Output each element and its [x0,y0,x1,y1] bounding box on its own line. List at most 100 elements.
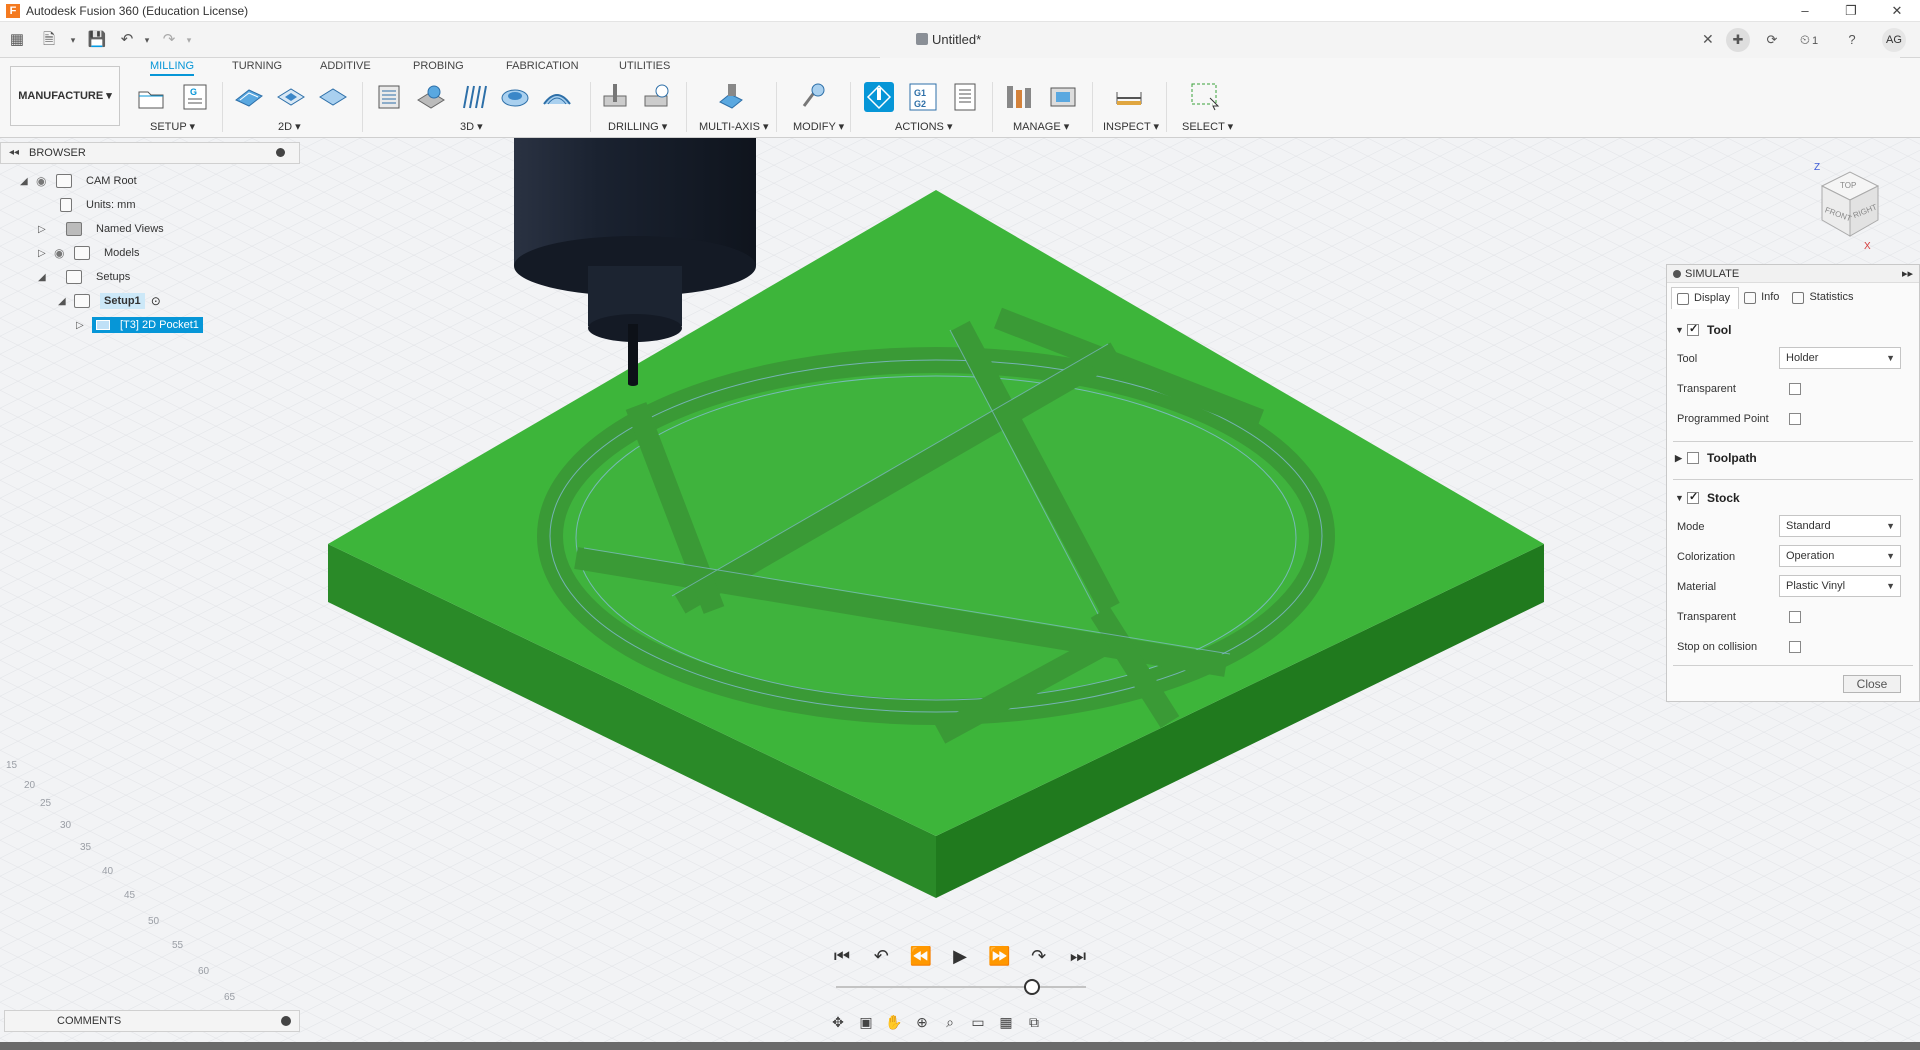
previous-operation-icon[interactable]: ↶ [867,946,895,967]
tree-item-named-views[interactable]: ▷ Named Views [38,218,168,240]
new-tab-icon[interactable]: ✚ [1726,28,1750,52]
modify-tool-icon[interactable] [798,82,828,112]
parallel-icon[interactable] [458,82,488,112]
select-window-icon[interactable] [1190,82,1220,112]
section-collapsed-icon[interactable]: ▶ [1675,453,1687,464]
drill-icon[interactable] [600,82,630,112]
viewcube[interactable]: TOP FRONT RIGHT Z X [1800,158,1890,252]
zoom-icon[interactable]: ⊕ [912,1014,932,1031]
programmed-point-checkbox[interactable] [1789,413,1801,425]
simulate-header[interactable]: SIMULATE ▸▸ [1667,265,1919,283]
visibility-eye-icon[interactable]: ◉ [54,246,70,260]
scallop-icon[interactable] [542,82,572,112]
measure-icon[interactable] [1114,82,1144,112]
transparent-stock-checkbox[interactable] [1789,611,1801,623]
new-setup-icon[interactable] [136,82,166,112]
tab-info[interactable]: Info [1739,287,1787,309]
collapse-browser-icon[interactable]: ◂◂ [9,143,19,163]
2d-pocket-icon[interactable] [276,82,306,112]
expanded-triangle-icon[interactable]: ◢ [38,272,48,283]
section-expanded-icon[interactable]: ▼ [1675,325,1687,335]
tree-item-setup1[interactable]: ◢ Setup1 ⊙ [58,290,161,312]
2d-adaptive-icon[interactable] [234,82,264,112]
transparent-tool-checkbox[interactable] [1789,383,1801,395]
orbit-icon[interactable]: ✥ [828,1014,848,1031]
simulate-icon[interactable] [864,82,894,112]
post-process-icon[interactable]: G1 G2 [908,82,938,112]
help-icon[interactable]: ? [1840,28,1864,52]
close-button[interactable]: Close [1843,675,1901,693]
group-actions[interactable]: ACTIONS ▾ [895,120,952,133]
3d-viewport[interactable]: 152025 303540 455055 606570 [0,138,1920,1042]
group-inspect[interactable]: INSPECT ▾ [1103,120,1159,133]
tab-statistics[interactable]: Statistics [1787,287,1861,309]
toolpath-section-header[interactable]: ▶ Toolpath [1675,451,1757,465]
group-2d[interactable]: 2D ▾ [278,120,301,133]
3d-adaptive-icon[interactable] [374,82,404,112]
timeline-thumb[interactable] [1024,979,1040,995]
redo-icon[interactable]: ↷ [158,30,180,50]
tree-item-2d-pocket[interactable]: ▷ [T3] 2D Pocket1 [76,314,203,336]
collapsed-triangle-icon[interactable]: ▷ [38,248,48,259]
skip-to-start-icon[interactable]: ⏮ [828,946,856,967]
job-status-icon[interactable]: ⏲ 1 [1794,28,1824,52]
viewports-icon[interactable]: ⧉ [1024,1014,1044,1031]
undo-dropdown-icon[interactable]: ▾ [136,30,158,50]
display-settings-icon[interactable]: ▭ [968,1014,988,1031]
section-expanded-icon[interactable]: ▼ [1675,493,1687,503]
contour-icon[interactable] [500,82,530,112]
comments-panel[interactable]: COMMENTS [4,1010,300,1032]
tab-fabrication[interactable]: FABRICATION [506,58,579,76]
group-multi-axis[interactable]: MULTI-AXIS ▾ [699,120,769,133]
skip-to-end-icon[interactable]: ⏭ [1064,946,1092,967]
viewcube-top[interactable]: TOP [1840,181,1856,190]
toolpath-checkbox[interactable] [1687,452,1699,464]
active-setup-icon[interactable]: ⊙ [151,294,161,308]
app-grid-icon[interactable]: ▦ [6,30,28,50]
stop-on-collision-checkbox[interactable] [1789,641,1801,653]
grid-settings-icon[interactable]: ▦ [996,1014,1016,1031]
close-document-icon[interactable]: ✕ [1702,31,1714,48]
tool-section-header[interactable]: ▼ Tool [1675,322,1731,337]
tree-item-units[interactable]: Units: mm [60,194,140,216]
tree-item-setups[interactable]: ◢ Setups [38,266,134,288]
machine-library-icon[interactable] [1048,82,1078,112]
pocket-clearing-icon[interactable] [416,82,446,112]
close-window-button[interactable]: ✕ [1874,0,1920,22]
step-forward-icon[interactable]: ⏩ [985,946,1013,967]
tab-milling[interactable]: MILLING [150,58,195,76]
tree-item-cam-root[interactable]: ◢ ◉ CAM Root [20,170,141,192]
tab-additive[interactable]: ADDITIVE [320,58,371,76]
mode-select[interactable]: Standard ▼ [1779,515,1901,537]
stock-checkbox[interactable] [1687,490,1699,504]
group-manage[interactable]: MANAGE ▾ [1013,120,1069,133]
pan-icon[interactable]: ✋ [884,1014,904,1031]
colorization-select[interactable]: Operation ▼ [1779,545,1901,567]
tool-checkbox[interactable] [1687,322,1699,336]
tab-utilities[interactable]: UTILITIES [619,58,670,76]
collapsed-triangle-icon[interactable]: ▷ [38,224,48,235]
file-dropdown-icon[interactable]: ▾ [62,30,84,50]
undo-icon[interactable]: ↶ [116,30,138,50]
group-setup[interactable]: SETUP ▾ [150,120,195,133]
visibility-eye-icon[interactable]: ◉ [36,174,52,188]
expanded-triangle-icon[interactable]: ◢ [58,296,68,307]
collapsed-triangle-icon[interactable]: ▷ [76,320,86,331]
user-avatar[interactable]: AG [1882,28,1906,52]
group-drilling[interactable]: DRILLING ▾ [608,120,667,133]
expanded-triangle-icon[interactable]: ◢ [20,176,30,187]
simulation-timeline[interactable] [836,986,1086,988]
group-3d[interactable]: 3D ▾ [460,120,483,133]
play-icon[interactable]: ▶ [946,946,974,967]
simulate-close-dot-icon[interactable] [1673,270,1681,278]
minimize-button[interactable]: – [1782,0,1828,22]
group-select[interactable]: SELECT ▾ [1182,120,1233,133]
nc-program-icon[interactable]: G [180,82,210,112]
tab-display[interactable]: Display [1671,287,1740,309]
next-operation-icon[interactable]: ↷ [1025,946,1053,967]
look-at-icon[interactable]: ▣ [856,1014,876,1031]
tab-probing[interactable]: PROBING [413,58,464,76]
hole-recognition-icon[interactable] [642,82,672,112]
multi-axis-icon[interactable] [716,82,746,112]
browser-header[interactable]: ◂◂ BROWSER [0,142,300,164]
